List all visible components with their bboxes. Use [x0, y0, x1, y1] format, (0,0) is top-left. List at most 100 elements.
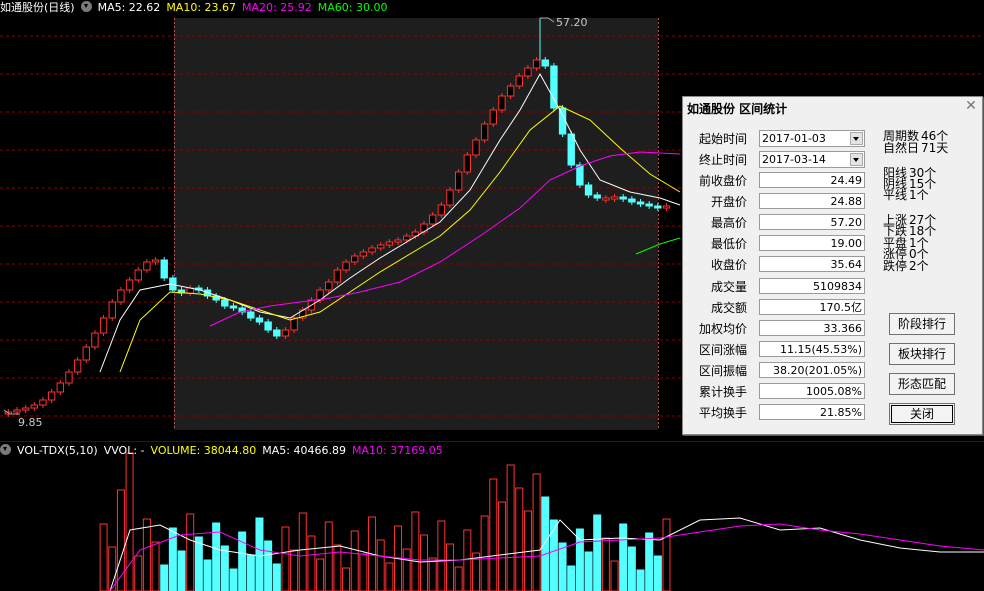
stat-field-row: 累计换手 1005.08% [683, 383, 873, 401]
volume-bar [281, 526, 290, 591]
start-date-picker[interactable]: 2017-01-03 [759, 130, 865, 147]
candle [480, 123, 489, 141]
volume-bar [246, 554, 255, 591]
candle [117, 289, 125, 303]
stat-field-label: 最高价 [710, 216, 747, 231]
volume-bar [653, 555, 662, 591]
volume-bar [515, 487, 524, 591]
candle [247, 311, 255, 319]
stat-field-row: 成交量 5109834 [683, 277, 873, 296]
candle [229, 305, 238, 309]
candle [584, 184, 593, 196]
volume-bar [549, 519, 558, 591]
stat-field-row: 区间涨幅 11.15(45.53%) [683, 340, 873, 359]
dropdown-arrow-icon[interactable] [850, 132, 863, 145]
candle [333, 269, 342, 283]
stat-field-value: 21.85% [759, 404, 865, 421]
close-icon[interactable]: ✕ [964, 99, 978, 113]
volume-bar [220, 545, 229, 591]
candle [610, 196, 619, 200]
volume-bar [593, 514, 602, 591]
volume-bar [497, 501, 506, 591]
close-button[interactable]: 关闭 [889, 403, 955, 425]
volume-bar [160, 564, 169, 591]
volume-bar [506, 464, 515, 591]
stat-field-row: 开盘价 24.88 [683, 193, 873, 211]
volume-bar [134, 555, 143, 591]
dialog-title: 如通股份 区间统计 [687, 102, 788, 116]
end-time-label: 终止时间 [698, 153, 747, 167]
stat-field-value: 1005.08% [759, 383, 865, 399]
stat-field-value: 5109834 [759, 277, 865, 294]
candle [454, 171, 463, 191]
candle [368, 247, 376, 253]
stock-title: 如通股份(日线) [0, 1, 75, 14]
candle [506, 85, 515, 97]
stat-field-row: 前收盘价 24.49 [683, 172, 873, 190]
volume-bar [324, 521, 333, 591]
volume-bar [428, 557, 437, 591]
candle [394, 239, 402, 243]
volume-header: VOL-TDX(5,10) VVOL: - VOLUME: 38044.80 MA5:… [0, 443, 984, 459]
stat-field-row: 最高价 57.20 [683, 214, 873, 232]
volume-bar [307, 535, 316, 591]
volume-bar [645, 532, 654, 591]
volume-bar [376, 539, 385, 591]
stat-field-label: 成交额 [710, 300, 747, 315]
candle [619, 196, 627, 200]
stat-field-value: 38.20(201.05%) [759, 361, 865, 378]
sector-ranking-button[interactable]: 板块排行 [889, 343, 955, 365]
candle [576, 164, 584, 186]
candle [56, 382, 64, 393]
end-date-picker[interactable]: 2017-03-14 [759, 151, 865, 168]
pattern-match-button[interactable]: 形态匹配 [889, 373, 955, 395]
candle [463, 154, 472, 173]
volume-bar [212, 522, 221, 591]
candle [437, 204, 446, 216]
ma5-value: MA5: 22.62 [97, 1, 161, 14]
volume-bar [558, 542, 567, 591]
dropdown-arrow-icon[interactable] [850, 153, 863, 166]
volume-bar [229, 568, 238, 591]
volume-value: VOLUME: 38044.80 [150, 444, 257, 457]
start-time-row: 起始时间 2017-01-03 [683, 130, 873, 148]
vol-ma5-value: MA5: 40466.89 [262, 444, 346, 457]
ma60-value: MA60: 30.00 [317, 1, 388, 14]
stat-field-label: 前收盘价 [698, 174, 747, 188]
volume-bar [420, 534, 429, 591]
volume-bar [203, 559, 212, 591]
candle [143, 261, 151, 271]
end-date-value: 2017-03-14 [762, 153, 826, 166]
candle [21, 407, 30, 411]
chevron-down-icon[interactable] [80, 1, 92, 12]
candle [428, 214, 437, 225]
interval-stats-dialog[interactable]: 如通股份 区间统计 ✕ 起始时间 2017-01-03 终止时间 2017-03… [682, 96, 983, 435]
volume-bar [480, 515, 489, 591]
volume-bar [463, 529, 472, 591]
volume-bar [575, 528, 584, 591]
stat-field-row: 最低价 19.00 [683, 235, 873, 253]
stat-field-value: 11.15(45.53%) [759, 340, 865, 357]
ma10-value: MA10: 23.67 [166, 1, 237, 14]
volume-bar [445, 543, 454, 591]
candle [636, 201, 645, 205]
candle [91, 332, 99, 348]
volume-bar [342, 567, 351, 591]
candle [593, 194, 601, 199]
stat-natural-days: 自然日 71天 [883, 141, 949, 155]
candle [550, 65, 558, 109]
volume-bar [584, 551, 593, 591]
stat-field-label: 收盘价 [710, 258, 747, 273]
start-time-label: 起始时间 [698, 132, 747, 146]
candle [524, 67, 532, 77]
stat-field-label: 区间涨幅 [698, 342, 747, 357]
stage-ranking-button[interactable]: 阶段排行 [889, 313, 955, 335]
volume-bar [255, 517, 264, 591]
chevron-down-icon[interactable] [0, 444, 11, 455]
start-date-value: 2017-01-03 [762, 132, 826, 145]
volume-bar [272, 563, 281, 591]
volume-bar [290, 549, 299, 591]
candle [662, 205, 671, 209]
volume-bar [662, 518, 671, 591]
volume-bar [350, 530, 359, 591]
